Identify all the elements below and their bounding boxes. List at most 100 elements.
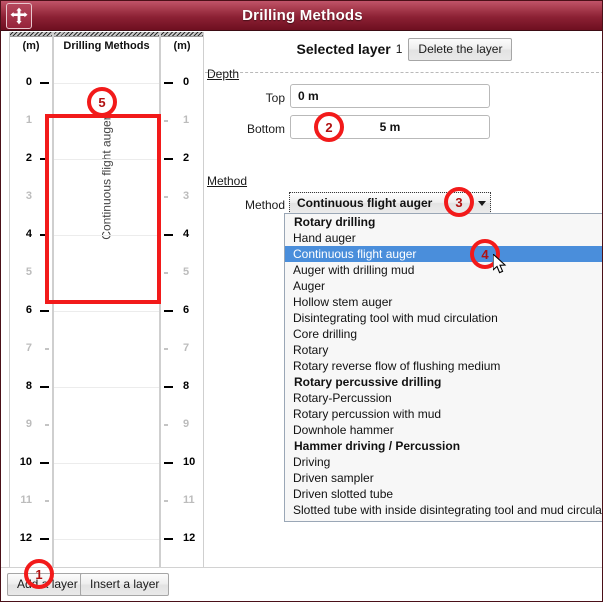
depth-grid-line	[54, 159, 159, 160]
selected-layer-label: Selected layer	[297, 41, 391, 57]
depth-tick-label: 5	[26, 266, 32, 279]
depth-tick-mark	[45, 348, 49, 350]
depth-tick-label: 11	[183, 494, 195, 507]
depth-tick-label: 10	[183, 456, 195, 469]
depth-tick-label: 12	[20, 532, 32, 545]
depth-tick-mark	[164, 120, 168, 122]
depth-tick-mark	[164, 82, 173, 84]
depth-grid-line	[54, 463, 159, 464]
depth-tick-label: 0	[26, 76, 32, 89]
section-divider	[205, 72, 603, 73]
depth-tick-label: 1	[183, 114, 189, 127]
dropdown-item[interactable]: Disintegrating tool with mud circulation	[285, 310, 603, 326]
dropdown-item[interactable]: Hand auger	[285, 230, 603, 246]
insert-layer-button[interactable]: Insert a layer	[80, 573, 169, 596]
depth-tick-label: 4	[26, 228, 32, 241]
depth-tick-label: 2	[183, 152, 189, 165]
depth-tick-mark	[164, 158, 173, 160]
drilling-methods-header: Drilling Methods	[54, 37, 159, 55]
selected-layer-number: 1	[396, 42, 403, 56]
depth-tick-mark	[40, 82, 49, 84]
dropdown-group-header: Hammer driving / Percussion	[285, 438, 603, 454]
method-group-title: Method	[207, 174, 247, 188]
depth-scale-left-header: (m)	[10, 37, 52, 55]
depth-tick-mark	[45, 424, 49, 426]
depth-tick-label: 12	[183, 532, 195, 545]
dropdown-item[interactable]: Auger	[285, 278, 603, 294]
dropdown-item[interactable]: Rotary percussion with mud	[285, 406, 603, 422]
depth-tick-mark	[164, 234, 173, 236]
depth-tick-label: 10	[20, 456, 32, 469]
depth-scale-right-header: (m)	[161, 37, 203, 55]
depth-scale-right-column: (m) 0123456789101112	[160, 32, 204, 567]
layer-label-text: Continuous flight auger	[100, 116, 114, 239]
depth-tick-mark	[40, 310, 49, 312]
dropdown-item[interactable]: Rotary-Percussion	[285, 390, 603, 406]
drilling-methods-window: Drilling Methods (m) 0123456789101112 Dr…	[0, 0, 603, 602]
window-title-bar: Drilling Methods	[1, 1, 603, 31]
dropdown-item[interactable]: Slotted tube with inside disintegrating …	[285, 502, 603, 518]
callout-marker-1: 1	[24, 559, 54, 589]
depth-tick-label: 0	[183, 76, 189, 89]
dropdown-item[interactable]: Downhole hammer	[285, 422, 603, 438]
depth-grid-line	[54, 539, 159, 540]
depth-grid-line	[54, 83, 159, 84]
dropdown-item[interactable]: Core drilling	[285, 326, 603, 342]
depth-tick-mark	[164, 462, 173, 464]
depth-tick-mark	[164, 500, 168, 502]
dropdown-item[interactable]: Cable Percussion	[285, 518, 603, 522]
dropdown-item[interactable]: Driven slotted tube	[285, 486, 603, 502]
dropdown-group-header: Rotary percussive drilling	[285, 374, 603, 390]
depth-tick-label: 1	[26, 114, 32, 127]
depth-tick-label: 8	[26, 380, 32, 393]
depth-tick-mark	[164, 310, 173, 312]
depth-tick-mark	[164, 386, 173, 388]
method-dropdown-list[interactable]: Rotary drillingHand augerContinuous flig…	[284, 213, 603, 522]
depth-tick-mark	[164, 196, 168, 198]
depth-tick-label: 7	[26, 342, 32, 355]
chevron-down-icon[interactable]	[474, 193, 490, 213]
method-label: Method	[205, 198, 285, 212]
depth-scale-left-column: (m) 0123456789101112	[9, 32, 53, 567]
depth-tick-label: 11	[20, 494, 32, 507]
depth-group-title: Depth	[207, 67, 239, 81]
callout-marker-2: 2	[314, 112, 344, 142]
depth-tick-label: 2	[26, 152, 32, 165]
depth-tick-label: 9	[26, 418, 32, 431]
depth-tick-label: 3	[183, 190, 189, 203]
selected-layer-row: Selected layer 1 Delete the layer	[205, 37, 603, 61]
bottom-toolbar: Add a layer Insert a layer	[1, 567, 603, 602]
delete-layer-button[interactable]: Delete the layer	[408, 38, 512, 61]
dropdown-item[interactable]: Rotary reverse flow of flushing medium	[285, 358, 603, 374]
dropdown-item[interactable]: Driven sampler	[285, 470, 603, 486]
dropdown-item[interactable]: Auger with drilling mud	[285, 262, 603, 278]
dropdown-item[interactable]: Hollow stem auger	[285, 294, 603, 310]
depth-tick-label: 4	[183, 228, 189, 241]
depth-tick-label: 6	[183, 304, 189, 317]
depth-tick-mark	[40, 386, 49, 388]
dropdown-item[interactable]: Driving	[285, 454, 603, 470]
depth-tick-label: 9	[183, 418, 189, 431]
depth-tick-mark	[45, 500, 49, 502]
depth-tick-label: 3	[26, 190, 32, 203]
depth-tick-mark	[40, 158, 49, 160]
depth-tick-mark	[45, 272, 49, 274]
dropdown-item[interactable]: Continuous flight auger	[285, 246, 603, 262]
window-title: Drilling Methods	[1, 1, 603, 31]
dropdown-group-header: Rotary drilling	[285, 214, 603, 230]
callout-marker-3: 3	[444, 187, 474, 217]
callout-marker-5: 5	[87, 87, 117, 117]
top-depth-input[interactable]: 0 m	[290, 84, 490, 108]
depth-tick-mark	[40, 538, 49, 540]
depth-tick-mark	[45, 196, 49, 198]
bottom-depth-label: Bottom	[205, 122, 285, 136]
depth-tick-mark	[164, 348, 168, 350]
depth-tick-label: 7	[183, 342, 189, 355]
top-depth-label: Top	[205, 91, 285, 105]
depth-tick-mark	[40, 234, 49, 236]
depth-tick-mark	[40, 462, 49, 464]
depth-tick-mark	[164, 272, 168, 274]
mouse-cursor	[493, 254, 509, 281]
depth-tick-label: 5	[183, 266, 189, 279]
dropdown-item[interactable]: Rotary	[285, 342, 603, 358]
